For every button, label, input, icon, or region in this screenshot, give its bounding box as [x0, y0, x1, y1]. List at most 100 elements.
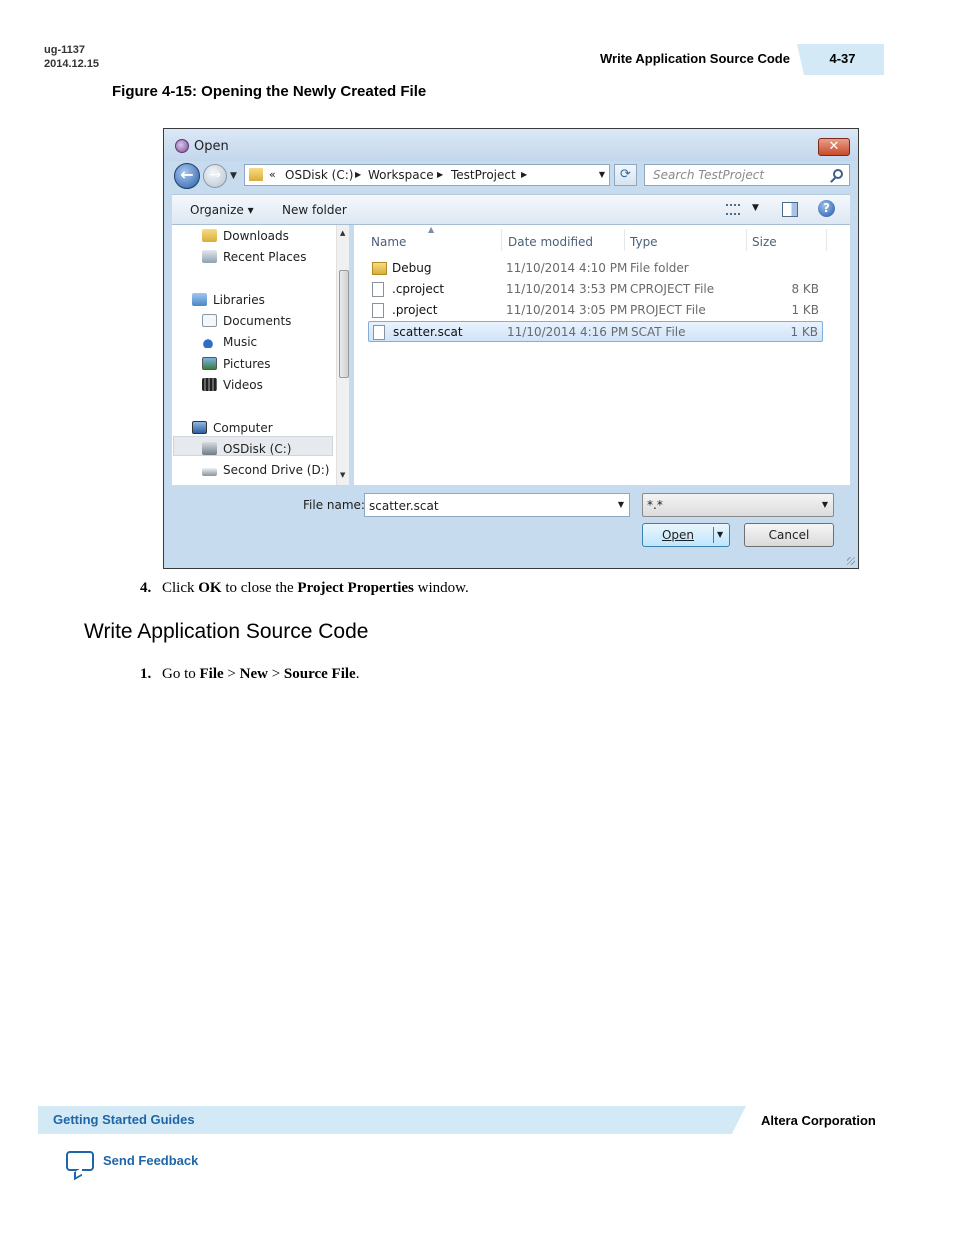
address-dropdown-icon[interactable]: ▼ [599, 170, 605, 179]
step-text: Go to File > New > Source File. [162, 666, 359, 683]
search-input[interactable]: Search TestProject [644, 164, 850, 186]
scroll-up-icon[interactable]: ▲ [340, 229, 345, 237]
forward-arrow-icon[interactable]: → [203, 164, 227, 188]
nav-item-osdisk[interactable]: OSDisk (C:) [202, 442, 291, 456]
file-size: 1 KB [791, 303, 819, 317]
breadcrumb-osdisk[interactable]: OSDisk (C:) [285, 168, 353, 182]
nav-item-downloads[interactable]: Downloads [202, 229, 289, 243]
help-icon[interactable]: ? [818, 200, 835, 217]
step-number: 4. [140, 580, 152, 596]
file-list: Name ▲ Date modified Type Size Debug 11/… [354, 225, 850, 485]
file-name: Debug [392, 261, 432, 275]
sort-ascending-icon: ▲ [428, 225, 435, 234]
header-page-number: 4-37 [797, 44, 884, 75]
file-row-project[interactable]: .project 11/10/2014 3:05 PM PROJECT File… [368, 300, 823, 321]
nav-item-documents[interactable]: Documents [202, 314, 291, 328]
file-name-dropdown-icon[interactable]: ▼ [618, 500, 624, 509]
back-arrow-icon[interactable]: ← [174, 163, 200, 189]
open-file-dialog: Open ✕ ← → ▼ « OSDisk (C:) ▶ Workspace ▶… [163, 128, 859, 569]
nav-item-label: Recent Places [223, 250, 307, 264]
text-run: window. [413, 580, 469, 596]
nav-item-label: Pictures [223, 357, 271, 371]
breadcrumb-separator-icon[interactable]: ▶ [521, 170, 527, 179]
breadcrumb-testproject[interactable]: TestProject [451, 168, 516, 182]
header-section-title: Write Application Source Code [600, 51, 790, 66]
column-divider[interactable] [624, 229, 625, 251]
nav-item-label: Videos [223, 378, 263, 392]
file-row-debug[interactable]: Debug 11/10/2014 4:10 PM File folder [368, 258, 823, 279]
file-name: .cproject [392, 282, 445, 296]
column-header-date[interactable]: Date modified [508, 235, 593, 249]
change-view-icon[interactable] [726, 204, 740, 215]
search-icon [833, 169, 843, 179]
file-icon [372, 303, 384, 318]
new-folder-button[interactable]: New folder [282, 203, 347, 217]
column-divider[interactable] [746, 229, 747, 251]
libraries-icon [192, 293, 207, 306]
videos-icon [202, 378, 217, 391]
nav-item-label: Music [223, 335, 258, 349]
open-button[interactable]: Open ▼ [642, 523, 730, 547]
file-type: SCAT File [631, 325, 686, 339]
recent-locations-dropdown-icon[interactable]: ▼ [230, 171, 237, 181]
cancel-button[interactable]: Cancel [744, 523, 834, 547]
nav-item-libraries[interactable]: Libraries [192, 293, 265, 307]
file-type: CPROJECT File [630, 282, 715, 296]
search-placeholder: Search TestProject [653, 168, 765, 182]
text-run: to close the [221, 580, 298, 596]
file-icon [373, 325, 385, 340]
text-run: . [355, 666, 360, 682]
refresh-button[interactable]: ⟳ [614, 164, 637, 186]
breadcrumb-separator-icon[interactable]: ▶ [437, 170, 443, 179]
file-date: 11/10/2014 4:16 PM [507, 325, 629, 339]
send-feedback-link[interactable]: Send Feedback [103, 1153, 198, 1168]
nav-item-recent-places[interactable]: Recent Places [202, 250, 306, 264]
speech-bubble-icon[interactable] [66, 1151, 94, 1171]
column-divider[interactable] [826, 229, 827, 251]
music-icon [202, 335, 217, 348]
documents-icon [202, 314, 217, 327]
view-dropdown-icon[interactable]: ▼ [752, 203, 759, 213]
preview-pane-icon[interactable] [782, 202, 798, 217]
file-row-scatter-scat[interactable]: scatter.scat 11/10/2014 4:16 PM SCAT Fil… [368, 321, 823, 342]
file-type-select[interactable]: *.* ▼ [642, 493, 834, 517]
dialog-titlebar: Open ✕ [164, 129, 858, 161]
nav-item-second-drive[interactable]: Second Drive (D:) [202, 463, 329, 477]
file-type-dropdown-icon[interactable]: ▼ [822, 500, 828, 509]
column-header-type[interactable]: Type [630, 235, 658, 249]
computer-icon [192, 421, 207, 434]
address-bar[interactable]: « OSDisk (C:) ▶ Workspace ▶ TestProject … [244, 164, 610, 186]
new-menu-term: New [239, 666, 268, 682]
folder-icon [372, 262, 387, 275]
text-run: > [223, 666, 240, 682]
dialog-title: Open [194, 139, 229, 154]
getting-started-guides-link[interactable]: Getting Started Guides [53, 1112, 195, 1127]
breadcrumb-workspace[interactable]: Workspace [368, 168, 434, 182]
column-header-size[interactable]: Size [752, 235, 777, 249]
column-header-name[interactable]: Name [371, 235, 406, 249]
project-properties-term: Project Properties [297, 580, 414, 596]
file-name: .project [392, 303, 438, 317]
nav-item-computer[interactable]: Computer [192, 421, 273, 435]
column-divider[interactable] [501, 229, 502, 251]
step-number: 1. [140, 666, 152, 682]
nav-item-pictures[interactable]: Pictures [202, 357, 271, 371]
nav-scrollbar[interactable]: ▲ ▼ [336, 225, 349, 485]
breadcrumb-overflow[interactable]: « [269, 168, 276, 181]
file-type: File folder [630, 261, 689, 275]
osdisk-icon [202, 442, 217, 455]
scroll-thumb[interactable] [339, 270, 349, 378]
open-options-dropdown-icon[interactable]: ▼ [717, 524, 723, 546]
nav-item-music[interactable]: Music [202, 335, 257, 349]
file-row-cproject[interactable]: .cproject 11/10/2014 3:53 PM CPROJECT Fi… [368, 279, 823, 300]
file-date: 11/10/2014 3:53 PM [506, 282, 628, 296]
scroll-down-icon[interactable]: ▼ [340, 471, 345, 479]
breadcrumb-separator-icon[interactable]: ▶ [355, 170, 361, 179]
nav-item-videos[interactable]: Videos [202, 378, 263, 392]
organize-button[interactable]: Organize ▾ [190, 203, 254, 217]
text-run: Click [162, 580, 199, 596]
resize-grip-icon[interactable] [847, 557, 855, 565]
file-date: 11/10/2014 3:05 PM [506, 303, 628, 317]
close-button[interactable]: ✕ [818, 138, 850, 156]
file-name-field[interactable]: scatter.scat ▼ [364, 493, 630, 517]
